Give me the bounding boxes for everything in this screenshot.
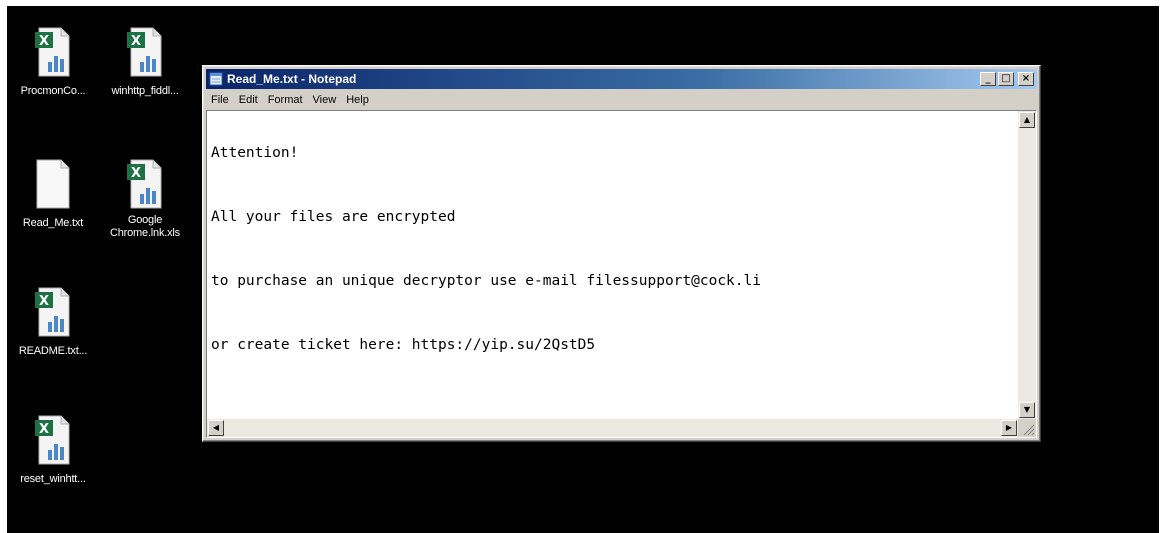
document-text[interactable]: Attention! All your files are encrypted … xyxy=(211,113,1014,415)
horizontal-scrollbar[interactable]: ◀ ▶ xyxy=(207,419,1018,437)
excel-file-icon: X xyxy=(127,27,162,77)
desktop-icon-read-me[interactable]: Read_Me.txt xyxy=(7,158,99,230)
close-button[interactable]: × xyxy=(1018,72,1034,86)
menu-file[interactable]: File xyxy=(206,94,234,106)
excel-file-icon: X xyxy=(35,27,70,77)
scroll-up-arrow-icon[interactable]: ▲ xyxy=(1019,112,1035,128)
desktop-icon-reset-winhttp[interactable]: X reset_winhtt... xyxy=(7,414,99,486)
desktop-icon-label: README.txt... xyxy=(18,345,88,357)
title-bar[interactable]: Read_Me.txt - Notepad _ □ × xyxy=(206,69,1037,89)
resize-grip-icon[interactable] xyxy=(1018,419,1036,437)
desktop-icon-google-chrome-lnk[interactable]: X Google Chrome.lnk.xls xyxy=(99,158,191,240)
svg-text:X: X xyxy=(131,166,141,181)
menu-edit[interactable]: Edit xyxy=(234,94,263,106)
notepad-icon xyxy=(209,72,223,86)
menu-bar: File Edit Format View Help xyxy=(206,91,1037,109)
svg-text:X: X xyxy=(39,422,49,437)
minimize-button[interactable]: _ xyxy=(980,72,996,86)
desktop-icon-label: Read_Me.txt xyxy=(22,217,84,229)
text-file-icon xyxy=(36,159,70,209)
desktop-icon-readme-txt[interactable]: X README.txt... xyxy=(7,286,99,358)
text-line: All your files are encrypted xyxy=(211,209,456,225)
excel-file-icon: X xyxy=(35,287,70,337)
desktop-icon-label: reset_winhtt... xyxy=(20,473,86,485)
maximize-button[interactable]: □ xyxy=(998,72,1014,86)
svg-text:X: X xyxy=(131,34,141,49)
text-line: to purchase an unique decryptor use e-ma… xyxy=(211,273,761,289)
vertical-scrollbar[interactable]: ▲ ▼ xyxy=(1018,111,1036,419)
desktop-icon-label: winhttp_fiddl... xyxy=(111,85,179,97)
svg-text:X: X xyxy=(39,34,49,49)
size-grip-icon xyxy=(1023,424,1035,436)
scroll-left-arrow-icon[interactable]: ◀ xyxy=(208,420,224,436)
svg-text:X: X xyxy=(39,294,49,309)
text-editor[interactable]: Attention! All your files are encrypted … xyxy=(206,110,1037,438)
menu-view[interactable]: View xyxy=(308,94,342,106)
text-line: or create ticket here: https://yip.su/2Q… xyxy=(211,337,596,353)
menu-format[interactable]: Format xyxy=(263,94,308,106)
desktop-icon-winhttp-fiddler[interactable]: X winhttp_fiddl... xyxy=(99,26,191,98)
desktop-icon-procmon[interactable]: X ProcmonCo... xyxy=(7,26,99,98)
desktop-icon-label: Google Chrome.lnk.xls xyxy=(110,214,180,239)
excel-file-icon: X xyxy=(35,415,70,465)
scroll-right-arrow-icon[interactable]: ▶ xyxy=(1001,420,1017,436)
scroll-down-arrow-icon[interactable]: ▼ xyxy=(1019,402,1035,418)
excel-file-icon: X xyxy=(127,159,162,209)
notepad-window: Read_Me.txt - Notepad _ □ × File Edit Fo… xyxy=(202,65,1041,442)
text-line: Attention! xyxy=(211,145,299,161)
desktop-icon-label: ProcmonCo... xyxy=(20,85,86,97)
menu-help[interactable]: Help xyxy=(341,94,374,106)
window-title: Read_Me.txt - Notepad xyxy=(227,72,357,86)
